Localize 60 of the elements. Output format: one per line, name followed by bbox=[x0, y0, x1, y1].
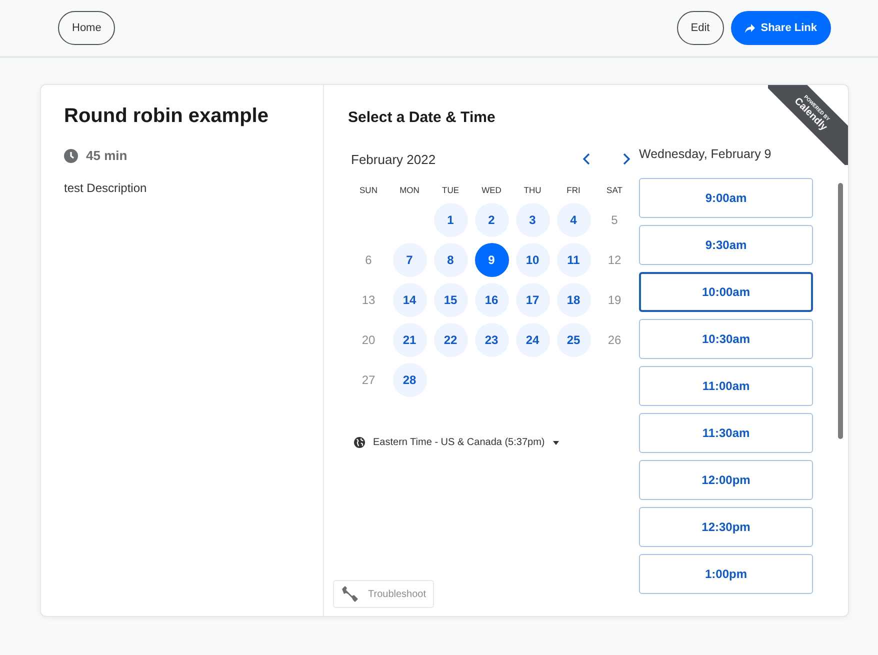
globe-icon bbox=[354, 437, 365, 448]
calendar-day[interactable]: 27 bbox=[352, 363, 386, 397]
weekday-label: MON bbox=[398, 185, 420, 195]
calendar-day[interactable]: 15 bbox=[434, 283, 468, 317]
calendar-day[interactable]: 1 bbox=[434, 203, 468, 237]
calendar-day[interactable]: 25 bbox=[556, 323, 590, 357]
calendar-day[interactable]: 16 bbox=[474, 283, 508, 317]
calendar-day[interactable]: 24 bbox=[516, 323, 550, 357]
caret-icon bbox=[552, 440, 559, 444]
calendar-day[interactable]: 4 bbox=[556, 203, 590, 237]
weekday-label: SAT bbox=[606, 185, 624, 195]
time-slot-button[interactable]: 11:00am bbox=[639, 366, 813, 406]
troubleshoot-button[interactable]: Troubleshoot bbox=[333, 580, 434, 608]
calendar-day[interactable]: 18 bbox=[556, 283, 590, 317]
calendar-day[interactable]: 13 bbox=[352, 283, 386, 317]
edit-button[interactable]: Edit bbox=[676, 11, 724, 45]
event-title: Round robin example bbox=[64, 105, 270, 128]
calendar-day[interactable]: 3 bbox=[516, 203, 550, 237]
calendar-day[interactable]: 22 bbox=[434, 323, 468, 357]
calendar-day[interactable]: 26 bbox=[598, 323, 632, 357]
time-slot-button[interactable]: 11:30am bbox=[639, 413, 813, 453]
scrollbar[interactable] bbox=[838, 183, 843, 439]
time-slot-button[interactable]: 12:00pm bbox=[639, 460, 813, 500]
scheduler-title: Select a Date & Time bbox=[348, 109, 496, 126]
duration-text: 45 min bbox=[86, 148, 128, 163]
calendar-day[interactable]: 5 bbox=[598, 203, 632, 237]
weekday-label: THU bbox=[522, 185, 542, 195]
calendar-day[interactable]: 23 bbox=[474, 323, 508, 357]
time-slot-button[interactable]: 1:00pm bbox=[639, 554, 813, 594]
calendar-day[interactable]: 28 bbox=[392, 363, 426, 397]
calendar-day[interactable]: 8 bbox=[434, 243, 468, 277]
weekday-label: TUE bbox=[441, 185, 460, 195]
calendar-day[interactable]: 6 bbox=[352, 243, 386, 277]
time-slot-button[interactable]: 12:30pm bbox=[639, 507, 813, 547]
calendar-day[interactable]: 7 bbox=[392, 243, 426, 277]
calendar-day[interactable]: 2 bbox=[474, 203, 508, 237]
calendar-day[interactable]: 20 bbox=[352, 323, 386, 357]
time-slot-button[interactable]: 10:30am bbox=[639, 319, 813, 359]
event-description: test Description bbox=[64, 181, 148, 195]
month-label: February 2022 bbox=[351, 152, 437, 166]
calendar-day[interactable]: 14 bbox=[392, 283, 426, 317]
weekday-label: SUN bbox=[358, 185, 378, 195]
calendar-day[interactable]: 11 bbox=[556, 243, 590, 277]
time-slot-button[interactable]: 9:00am bbox=[639, 178, 813, 218]
wrench-icon bbox=[341, 585, 359, 603]
time-slot-button[interactable]: 9:30am bbox=[639, 225, 813, 265]
time-slot-button[interactable]: 10:00am bbox=[639, 272, 813, 312]
timezone-selector[interactable]: Eastern Time - US & Canada (5:37pm) bbox=[373, 437, 545, 448]
weekday-label: FRI bbox=[566, 185, 582, 195]
calendar-day[interactable]: 9 bbox=[474, 243, 508, 277]
share-arrow-icon bbox=[744, 24, 755, 32]
home-button[interactable]: Home bbox=[58, 11, 116, 45]
clock-icon bbox=[64, 148, 78, 162]
calendar-day[interactable]: 17 bbox=[516, 283, 550, 317]
weekday-label: WED bbox=[480, 185, 502, 195]
calendar-day[interactable]: 21 bbox=[392, 323, 426, 357]
calendar-day[interactable]: 12 bbox=[598, 243, 632, 277]
share-link-button[interactable]: Share Link bbox=[730, 11, 831, 45]
calendar-day[interactable]: 19 bbox=[598, 283, 632, 317]
calendar-day[interactable]: 10 bbox=[516, 243, 550, 277]
